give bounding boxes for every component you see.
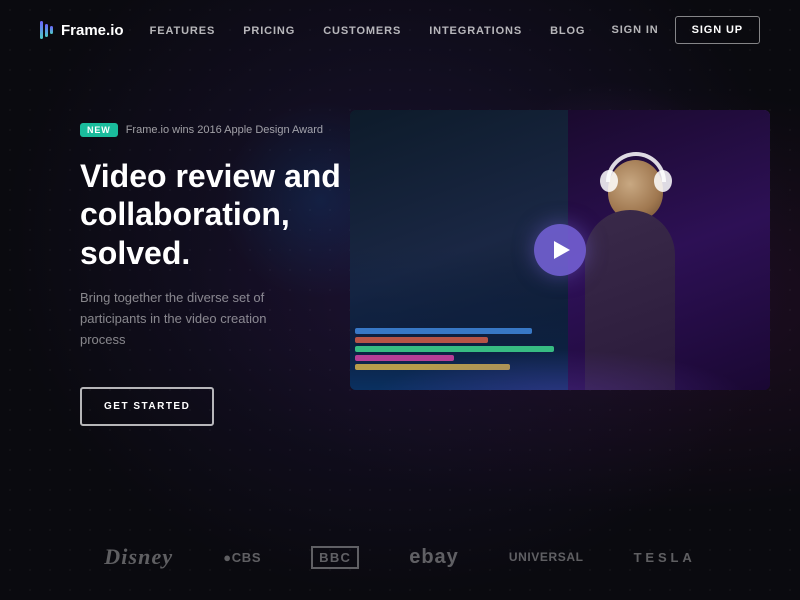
headphone-pad-right bbox=[654, 170, 672, 192]
video-mock-content bbox=[350, 110, 770, 390]
hero-subtitle: Bring together the diverse set of partic… bbox=[80, 288, 300, 350]
brand-tesla: TESLA bbox=[634, 550, 696, 565]
nav-item-features[interactable]: Features bbox=[150, 25, 216, 37]
logo-bar-3 bbox=[50, 26, 53, 34]
headphones bbox=[606, 152, 666, 182]
nav-item-pricing[interactable]: Pricing bbox=[243, 25, 295, 37]
nav-item-customers[interactable]: Customers bbox=[323, 25, 401, 37]
play-icon bbox=[554, 241, 570, 259]
brand-bbc: BBC bbox=[311, 546, 359, 569]
play-button[interactable] bbox=[534, 224, 586, 276]
nav-item-blog[interactable]: Blog bbox=[550, 25, 585, 37]
announcement-badge: New Frame.io wins 2016 Apple Design Awar… bbox=[80, 123, 323, 137]
video-preview bbox=[350, 110, 770, 390]
brand-universal: UNIVERSAL bbox=[509, 550, 584, 564]
get-started-button[interactable]: Get Started bbox=[80, 387, 214, 426]
hero-title: Video review and collaboration, solved. bbox=[80, 157, 400, 272]
logo-text: Frame.io bbox=[61, 22, 124, 39]
logo-bar-1 bbox=[40, 21, 43, 39]
badge-announcement-text: Frame.io wins 2016 Apple Design Award bbox=[126, 124, 323, 136]
hero-content: New Frame.io wins 2016 Apple Design Awar… bbox=[80, 100, 400, 426]
brand-cbs: ●CBS bbox=[223, 550, 261, 565]
screen-right bbox=[568, 110, 770, 390]
person-body bbox=[585, 210, 675, 390]
hero-title-line1: Video review and bbox=[80, 158, 341, 194]
hero-title-line2: collaboration, solved. bbox=[80, 196, 290, 270]
nav-item-integrations[interactable]: Integrations bbox=[429, 25, 522, 37]
brand-disney: Disney bbox=[104, 544, 173, 570]
signup-button[interactable]: Sign Up bbox=[675, 16, 760, 44]
brand-ebay: ebay bbox=[409, 546, 459, 569]
headphone-pad-left bbox=[600, 170, 618, 192]
nav-links: Features Pricing Customers Integrations … bbox=[150, 21, 586, 39]
signin-button[interactable]: Sign In bbox=[612, 24, 659, 36]
nav-actions: Sign In Sign Up bbox=[612, 16, 761, 44]
navbar: Frame.io Features Pricing Customers Inte… bbox=[0, 0, 800, 60]
brands-section: Disney ●CBS BBC ebay UNIVERSAL TESLA bbox=[0, 544, 800, 570]
logo-link[interactable]: Frame.io bbox=[40, 21, 124, 39]
logo-bar-2 bbox=[45, 24, 48, 37]
badge-new-label: New bbox=[80, 123, 118, 137]
hero-section: New Frame.io wins 2016 Apple Design Awar… bbox=[0, 60, 800, 426]
logo-icon bbox=[40, 21, 53, 39]
